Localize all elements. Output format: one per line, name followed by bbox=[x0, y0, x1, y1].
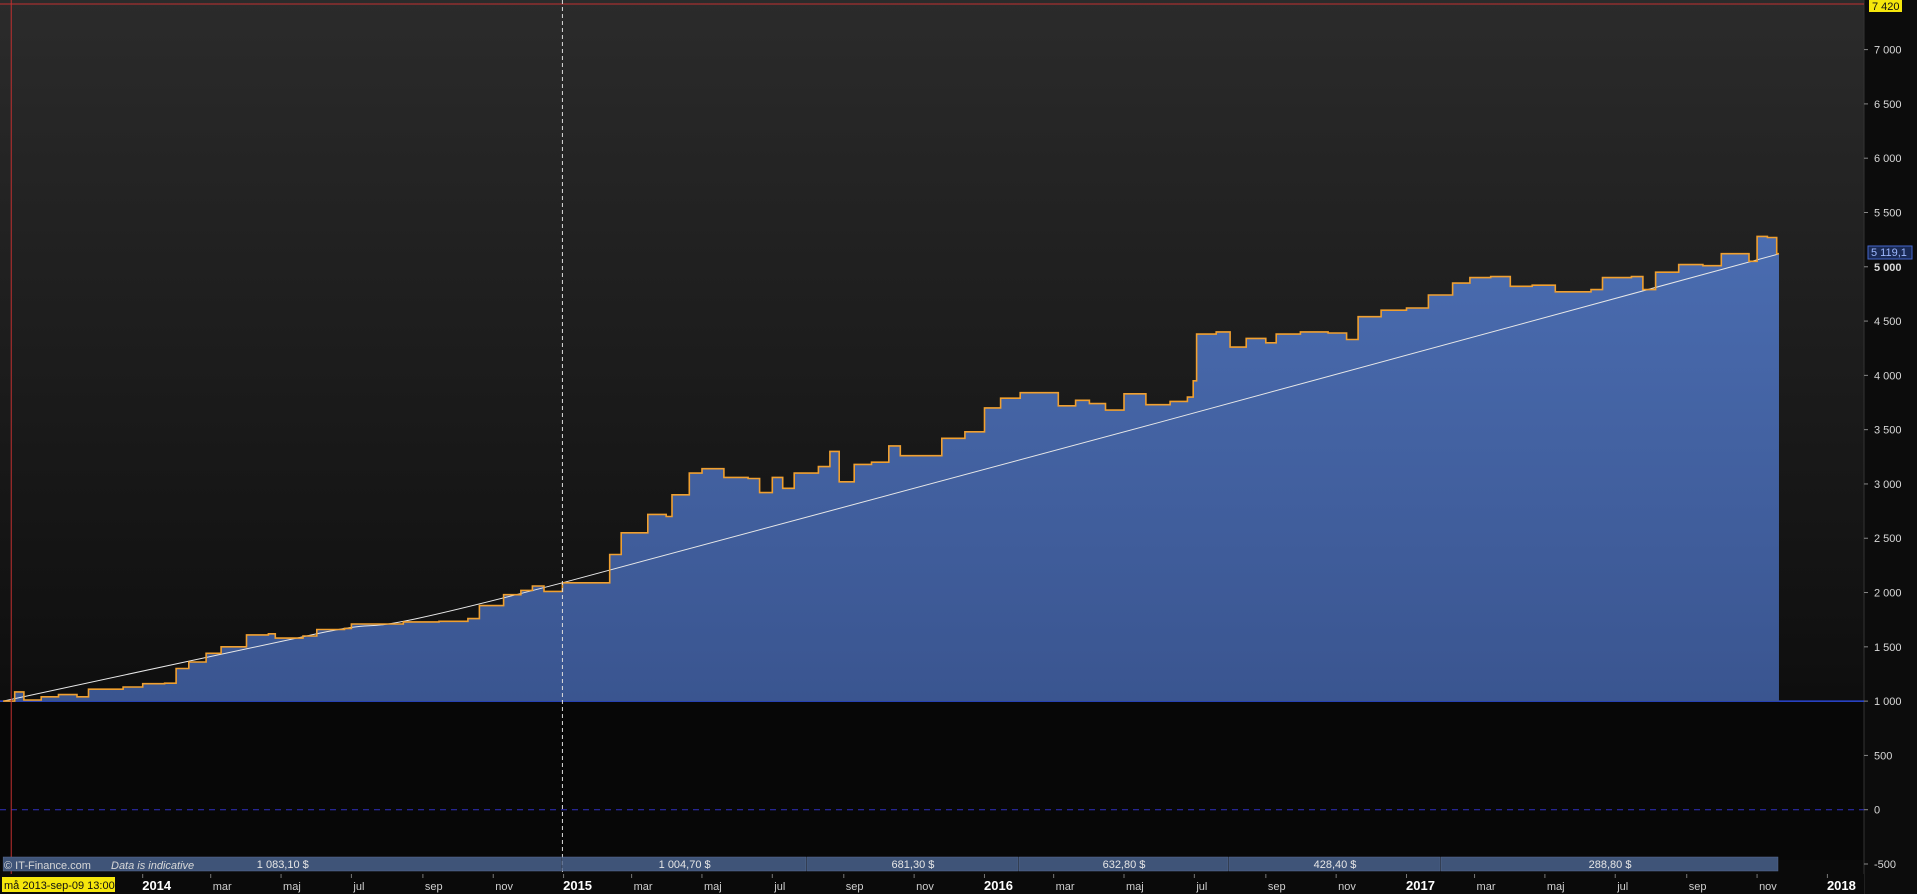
x-tick-label: 2015 bbox=[563, 878, 592, 893]
x-tick-label: jul bbox=[352, 881, 364, 893]
x-tick-label: mar bbox=[1477, 881, 1496, 893]
strip-segment-label: 288,80 $ bbox=[1589, 859, 1632, 871]
y-tick-label: -500 bbox=[1874, 859, 1896, 871]
y-tick-label: 4 000 bbox=[1874, 370, 1902, 382]
y-tick-label: 0 bbox=[1874, 805, 1880, 817]
y-tick-label: 5 000 bbox=[1874, 262, 1902, 274]
y-tick-label: 1 500 bbox=[1874, 642, 1902, 654]
cursor-date-label: må 2013-sep-09 13:00 bbox=[4, 880, 115, 892]
x-tick-label: nov bbox=[495, 881, 513, 893]
x-tick-label: sep bbox=[1689, 881, 1707, 893]
y-tick-label: 1 000 bbox=[1874, 696, 1902, 708]
strip-segment-label: 1 083,10 $ bbox=[257, 859, 309, 871]
strip-segment-label: 1 004,70 $ bbox=[659, 859, 711, 871]
x-tick-label: 2014 bbox=[142, 878, 172, 893]
x-tick-label: maj bbox=[704, 881, 722, 893]
x-tick-label: 2017 bbox=[1406, 878, 1435, 893]
x-tick-label: jul bbox=[1195, 881, 1207, 893]
x-tick-label: maj bbox=[1126, 881, 1144, 893]
y-tick-label: 500 bbox=[1874, 750, 1892, 762]
x-tick-label: nov bbox=[1338, 881, 1356, 893]
copyright-credit: © IT-Finance.com bbox=[4, 860, 91, 872]
strip-segment-label: 632,80 $ bbox=[1103, 859, 1146, 871]
strip-segment-label: 428,40 $ bbox=[1314, 859, 1357, 871]
x-tick-label: jul bbox=[773, 881, 785, 893]
current-value-label: 5 119,1 bbox=[1871, 247, 1907, 259]
x-tick-label: jul bbox=[1616, 881, 1628, 893]
x-tick-label: 2018 bbox=[1827, 878, 1856, 893]
y-tick-label: 6 500 bbox=[1874, 99, 1902, 111]
indicative-note: Data is indicative bbox=[111, 860, 194, 872]
equity-chart: 1 083,10 $ 1 004,70 $ 681,30 $ 632,80 $ 428,… bbox=[0, 0, 1917, 894]
y-tick-label: 2 500 bbox=[1874, 533, 1902, 545]
y-tick-label: 6 000 bbox=[1874, 153, 1902, 165]
y-tick-label: 7 000 bbox=[1874, 45, 1902, 57]
y-tick-label: 3 500 bbox=[1874, 425, 1902, 437]
x-tick-label: maj bbox=[283, 881, 301, 893]
x-tick-label: nov bbox=[916, 881, 934, 893]
lower-panel-background bbox=[0, 700, 1864, 860]
y-tick-label: 2 000 bbox=[1874, 588, 1902, 600]
x-tick-label: sep bbox=[846, 881, 864, 893]
x-tick-label: mar bbox=[1056, 881, 1075, 893]
x-tick-label: 2016 bbox=[984, 878, 1013, 893]
x-tick-label: maj bbox=[1547, 881, 1565, 893]
y-tick-label: 5 500 bbox=[1874, 207, 1902, 219]
y-tick-label: 3 000 bbox=[1874, 479, 1902, 491]
x-tick-label: nov bbox=[1759, 881, 1777, 893]
x-tick-label: sep bbox=[425, 881, 443, 893]
top-value-label: 7 420 bbox=[1872, 1, 1900, 13]
x-tick-label: mar bbox=[213, 881, 232, 893]
x-tick-label: sep bbox=[1268, 881, 1286, 893]
x-tick-label: mar bbox=[634, 881, 653, 893]
y-tick-label: 4 500 bbox=[1874, 316, 1902, 328]
strip-segment-label: 681,30 $ bbox=[892, 859, 935, 871]
